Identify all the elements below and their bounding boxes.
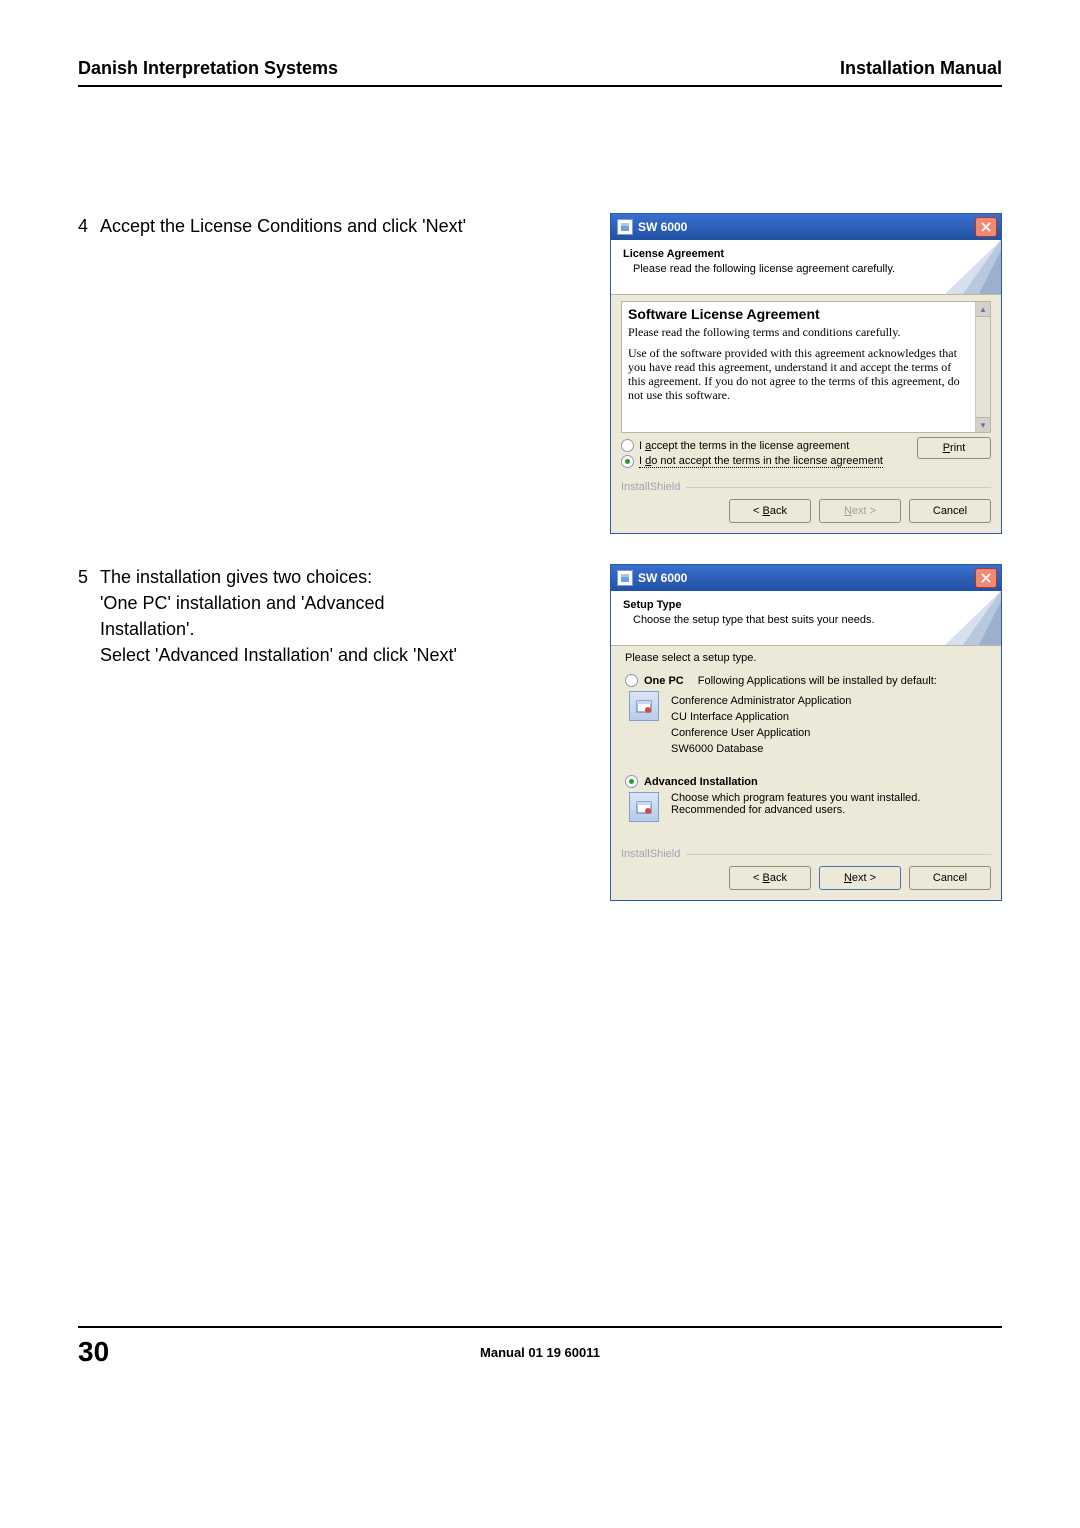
advanced-desc: Choose which program features you want i… [671,792,931,822]
step-text-line: The installation gives two choices: [100,564,470,590]
banner: Setup Type Choose the setup type that be… [611,591,1001,646]
step-number: 4 [78,213,100,239]
manual-code: Manual 01 19 60011 [480,1345,600,1360]
step-number: 5 [78,564,100,590]
back-button[interactable]: < Back [729,499,811,523]
license-body: Use of the software provided with this a… [628,346,968,402]
radio-reject-label: I do not accept the terms in the license… [639,455,883,468]
list-item: Conference User Application [671,727,851,739]
radio-accept-label: I accept the terms in the license agreem… [639,440,849,452]
app-icon [617,570,633,586]
page-number: 30 [78,1336,109,1368]
radio-advanced[interactable] [625,775,638,788]
banner-title: License Agreement [623,248,989,260]
advanced-label: Advanced Installation [644,776,758,788]
print-label: rint [950,442,965,454]
next-button[interactable]: Next > [819,866,901,890]
radio-accept[interactable] [621,439,634,452]
page-header: Danish Interpretation Systems Installati… [78,58,1002,87]
license-intro: Please read the following terms and cond… [628,325,968,340]
header-right: Installation Manual [840,58,1002,79]
cancel-button[interactable]: Cancel [909,866,991,890]
titlebar[interactable]: SW 6000 [611,565,1001,591]
license-textbox[interactable]: ▴ ▾ Software License Agreement Please re… [621,301,991,433]
package-icon [629,792,659,822]
step-text-line: Select 'Advanced Installation' and click… [100,642,470,668]
scroll-down-icon[interactable]: ▾ [976,417,990,432]
radio-one-pc[interactable] [625,674,638,687]
close-icon[interactable] [975,217,997,237]
back-button[interactable]: < Back [729,866,811,890]
package-icon [629,691,659,721]
banner-subtitle: Choose the setup type that best suits yo… [623,614,989,626]
header-left: Danish Interpretation Systems [78,58,338,79]
step-text-line: Accept the License Conditions and click … [100,213,470,239]
list-item: Conference Administrator Application [671,695,851,707]
banner-art-icon [945,591,1001,645]
radio-reject[interactable] [621,455,634,468]
scrollbar[interactable]: ▴ ▾ [975,302,990,432]
scroll-up-icon[interactable]: ▴ [976,302,990,317]
banner-title: Setup Type [623,599,989,611]
setup-prompt: Please select a setup type. [625,652,987,664]
license-dialog: SW 6000 License Agreement Please read th… [610,213,1002,534]
installer-brand: InstallShield [621,481,680,493]
step-text-line: 'One PC' installation and 'Advanced Inst… [100,590,470,642]
banner-subtitle: Please read the following license agreem… [623,263,989,275]
cancel-button[interactable]: Cancel [909,499,991,523]
titlebar[interactable]: SW 6000 [611,214,1001,240]
window-title: SW 6000 [638,571,687,585]
next-button: Next > [819,499,901,523]
one-pc-desc: Following Applications will be installed… [698,675,937,687]
app-icon [617,219,633,235]
window-title: SW 6000 [638,220,687,234]
print-button[interactable]: Print [917,437,991,459]
close-icon[interactable] [975,568,997,588]
installer-brand: InstallShield [621,848,680,860]
list-item: CU Interface Application [671,711,851,723]
banner-art-icon [945,240,1001,294]
list-item: SW6000 Database [671,743,851,755]
setup-type-dialog: SW 6000 Setup Type Choose the setup type… [610,564,1002,901]
one-pc-label: One PC [644,675,684,687]
license-title: Software License Agreement [628,306,968,322]
banner: License Agreement Please read the follow… [611,240,1001,295]
